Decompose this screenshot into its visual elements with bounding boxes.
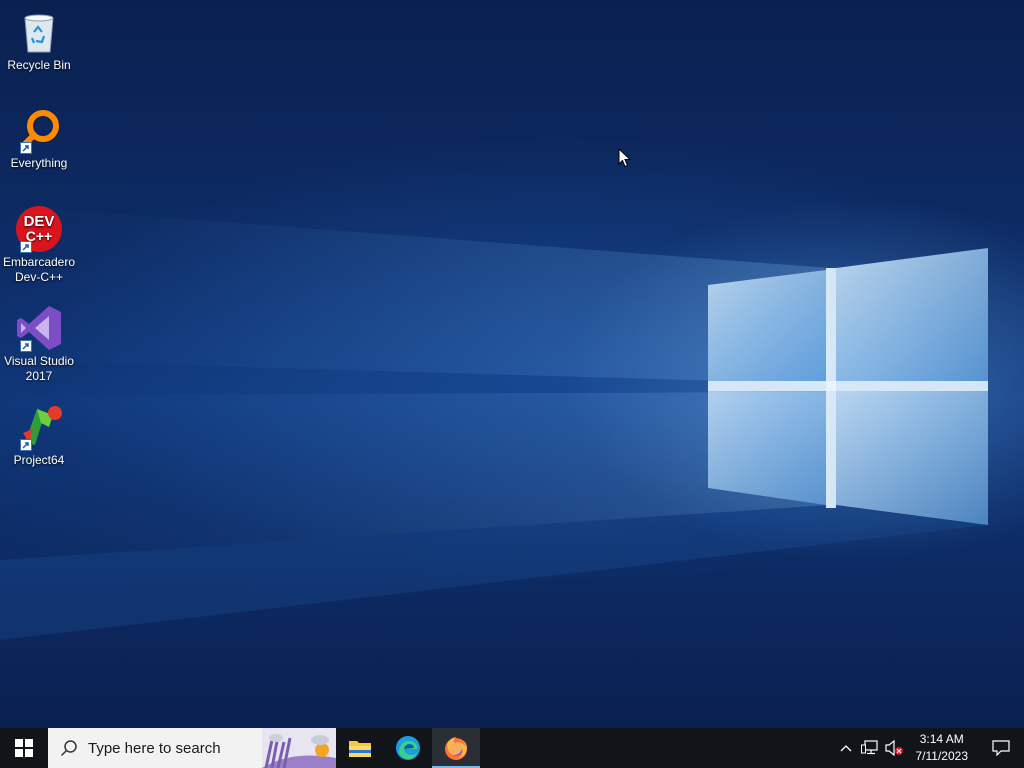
taskbar-edge[interactable] (384, 728, 432, 768)
visual-studio-icon (15, 304, 63, 352)
edge-icon (396, 736, 420, 760)
notification-icon (992, 740, 1010, 756)
recycle-bin-icon (15, 8, 63, 56)
firefox-icon (445, 737, 467, 760)
shortcut-arrow-icon (20, 439, 32, 451)
desktop: Recycle Bin Everything DEV C++ Embarcade… (0, 0, 1024, 728)
chevron-up-icon (840, 745, 851, 752)
clock-time: 3:14 AM (919, 732, 964, 746)
mouse-pointer-icon (618, 147, 632, 173)
shortcut-arrow-icon (20, 142, 32, 154)
desktop-icon-label: Everything (10, 156, 68, 170)
desktop-icon-label: Project64 (13, 453, 65, 467)
action-center-button[interactable] (978, 728, 1024, 768)
shortcut-arrow-icon (20, 340, 32, 352)
desktop-icon-label-line2: Dev-C++ (14, 270, 64, 284)
volume-muted-icon (884, 740, 903, 756)
desktop-icon-label: Visual Studio (4, 354, 74, 368)
desktop-icon-visual-studio[interactable]: Visual Studio 2017 (0, 304, 78, 384)
network-icon (860, 740, 878, 755)
network-button[interactable] (858, 728, 882, 768)
desktop-icon-label-line2: 2017 (25, 369, 53, 383)
search-placeholder: Type here to search (88, 739, 221, 757)
desktop-icon-label: Recycle Bin (7, 58, 71, 72)
desktop-icon-devcpp[interactable]: DEV C++ Embarcadero Dev-C++ (0, 205, 78, 285)
project64-icon (15, 403, 63, 451)
desktop-icon-label: Embarcadero (2, 255, 76, 269)
taskbar-firefox[interactable] (432, 728, 480, 768)
taskbar-file-explorer[interactable] (336, 728, 384, 768)
desktop-icon-everything[interactable]: Everything (0, 106, 78, 171)
wallpaper-light-beams (0, 205, 988, 640)
desktop-icon-project64[interactable]: Project64 (0, 403, 78, 468)
everything-search-icon (15, 106, 63, 154)
windows-logo-icon (15, 739, 33, 757)
folder-icon (349, 741, 371, 757)
show-hidden-icons-button[interactable] (834, 728, 858, 768)
desktop-icon-recycle-bin[interactable]: Recycle Bin (0, 8, 78, 73)
taskbar-search-box[interactable]: Type here to search (48, 728, 336, 768)
start-button[interactable] (0, 728, 48, 768)
search-icon (60, 740, 77, 757)
volume-button[interactable] (882, 728, 906, 768)
search-highlight-art-icon (262, 728, 336, 768)
devcpp-icon: DEV C++ (15, 205, 63, 253)
clock-date: 7/11/2023 (915, 749, 969, 763)
taskbar: Type here to search 3:14 AM 7/11/2023 (0, 728, 1024, 768)
system-tray: 3:14 AM 7/11/2023 (834, 728, 1024, 768)
clock[interactable]: 3:14 AM 7/11/2023 (906, 731, 979, 765)
shortcut-arrow-icon (20, 241, 32, 253)
